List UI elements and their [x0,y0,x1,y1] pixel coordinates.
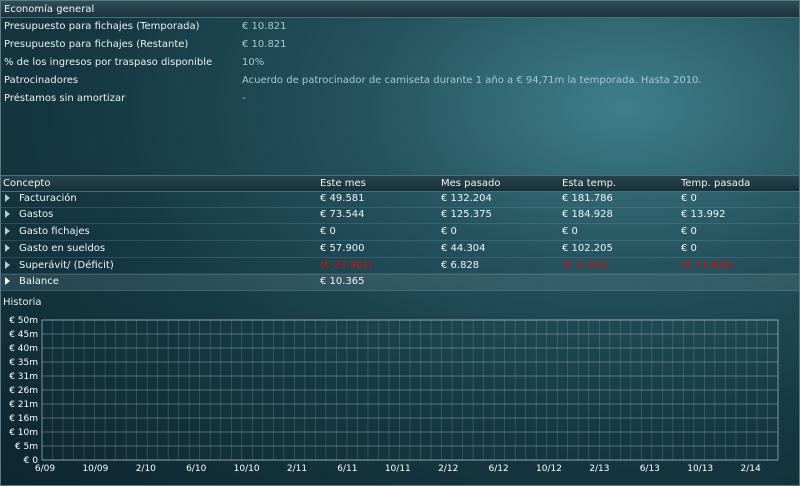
economia-title: Economía general [4,4,95,15]
info-label: Presupuesto para fichajes (Restante) [4,39,189,50]
info-label: % de los ingresos por traspaso disponibl… [4,57,213,68]
x-tick-label: 2/10 [136,464,156,474]
info-value: € 10.821 [242,39,287,50]
history-title: Historia [3,297,42,308]
x-tick-label: 2/14 [740,464,760,474]
info-value: - [242,93,246,104]
cell-temp-pasada: € 13.992 [681,209,726,220]
cell-temp-pasada: (€ 13.992) [681,260,734,271]
cell-esta-temp: € 184.928 [562,209,613,220]
row-name: Gastos [19,209,54,220]
y-tick-label: € 26m [9,386,38,396]
x-tick-label: 2/12 [438,464,458,474]
cell-este-mes: (€ 23.963) [320,260,373,271]
row-name: Gasto fichajes [19,226,90,237]
y-tick-label: € 40m [9,344,38,354]
y-tick-label: € 5m [15,442,38,452]
cell-esta-temp: € 102.205 [562,243,613,254]
x-tick-label: 2/13 [589,464,609,474]
y-tick-label: € 45m [9,330,38,340]
y-tick-label: € 35m [9,358,38,368]
info-value: € 10.821 [242,21,287,32]
expand-arrow-icon[interactable] [5,244,10,252]
info-label: Patrocinadores [4,75,79,86]
cell-este-mes: € 0 [320,226,336,237]
cell-mes-pasado: € 132.204 [441,193,492,204]
cell-mes-pasado: € 6.828 [441,260,480,271]
y-tick-label: € 50m [9,316,38,326]
x-tick-label: 10/12 [536,464,562,474]
cell-temp-pasada: € 0 [681,243,697,254]
info-label: Préstamos sin amortizar [4,93,126,104]
cell-mes-pasado: € 0 [441,226,457,237]
info-row-patrocinadores: Patrocinadores Acuerdo de patrocinador d… [1,72,799,90]
cell-este-mes: € 10.365 [320,276,365,287]
x-tick-label: 10/13 [687,464,713,474]
x-tick-label: 6/13 [640,464,660,474]
expand-arrow-icon[interactable] [5,194,10,202]
x-tick-label: 6/09 [35,464,55,474]
y-tick-label: € 21m [9,400,38,410]
cell-esta-temp: € 0 [562,226,578,237]
table-row-gasto-sueldos[interactable]: Gasto en sueldos € 57.900 € 44.304 € 102… [1,240,799,258]
column-header-esta-temp[interactable]: Esta temp. [562,178,616,189]
info-label: Presupuesto para fichajes (Temporada) [4,21,200,32]
cell-temp-pasada: € 0 [681,193,697,204]
x-tick-label: 10/10 [234,464,260,474]
x-tick-label: 10/11 [385,464,411,474]
info-value: 10% [242,57,265,68]
expand-arrow-icon[interactable] [5,277,10,285]
economia-header: Economía general [1,1,799,18]
cell-este-mes: € 49.581 [320,193,365,204]
cell-esta-temp: (€ 3.142) [562,260,608,271]
info-row-porcentaje-traspaso: % de los ingresos por traspaso disponibl… [1,54,799,72]
cell-esta-temp: € 181.786 [562,193,613,204]
x-tick-label: 6/11 [337,464,357,474]
expand-arrow-icon[interactable] [5,261,10,269]
info-row-prestamos: Préstamos sin amortizar - [1,90,799,108]
column-header-concepto[interactable]: Concepto [3,178,50,189]
info-value: Acuerdo de patrocinador de camiseta dura… [242,75,702,86]
x-tick-label: 6/12 [488,464,508,474]
y-tick-label: € 16m [9,414,38,424]
history-chart: € 0€ 5m€ 10m€ 16m€ 21m€ 26m€ 31m€ 35m€ 4… [9,316,779,474]
cell-mes-pasado: € 125.375 [441,209,492,220]
x-tick-label: 2/11 [287,464,307,474]
table-row-gastos[interactable]: Gastos € 73.544 € 125.375 € 184.928 € 13… [1,206,799,224]
column-header-temp-pasada[interactable]: Temp. pasada [681,178,750,189]
x-tick-label: 6/10 [186,464,206,474]
table-row-gasto-fichajes[interactable]: Gasto fichajes € 0 € 0 € 0 € 0 [1,223,799,241]
cell-este-mes: € 57.900 [320,243,365,254]
cell-temp-pasada: € 0 [681,226,697,237]
cell-mes-pasado: € 44.304 [441,243,486,254]
expand-arrow-icon[interactable] [5,227,10,235]
row-name: Balance [19,276,59,287]
x-tick-label: 10/09 [82,464,108,474]
row-name: Superávit/ (Déficit) [19,260,114,271]
table-row-balance[interactable]: Balance € 10.365 [1,273,799,291]
expand-arrow-icon[interactable] [5,210,10,218]
row-name: Facturación [19,193,77,204]
column-header-este-mes[interactable]: Este mes [320,178,366,189]
row-name: Gasto en sueldos [19,243,106,254]
y-tick-label: € 31m [9,372,38,382]
column-header-mes-pasado[interactable]: Mes pasado [441,178,500,189]
cell-este-mes: € 73.544 [320,209,365,220]
info-row-presupuesto-restante: Presupuesto para fichajes (Restante) € 1… [1,36,799,54]
info-row-presupuesto-temporada: Presupuesto para fichajes (Temporada) € … [1,18,799,36]
y-tick-label: € 10m [9,428,38,438]
